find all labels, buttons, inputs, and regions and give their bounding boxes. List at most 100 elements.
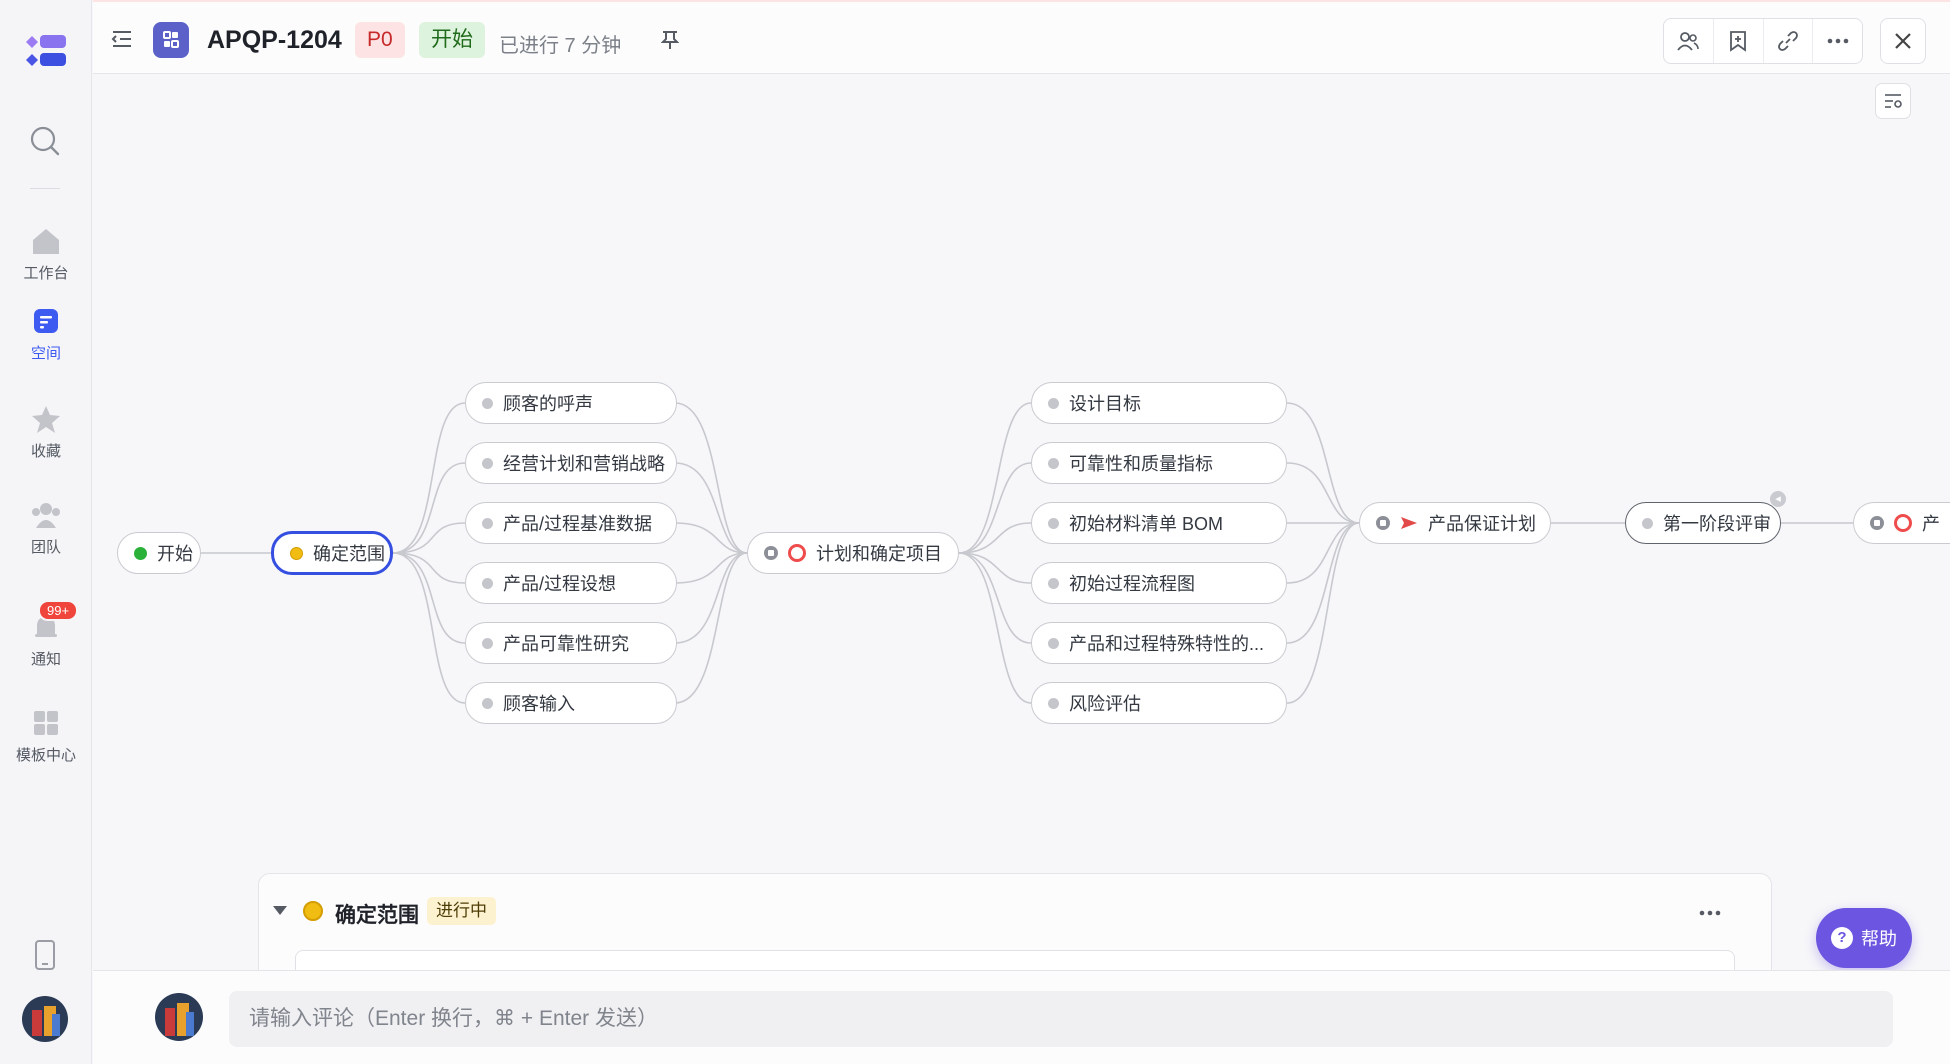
status-badge[interactable]: 开始 xyxy=(419,22,485,58)
milestone-ring-icon xyxy=(1894,514,1912,532)
status-badge[interactable]: 进行中 xyxy=(427,897,496,925)
node-label: 开始 xyxy=(157,544,193,564)
comment-input[interactable]: 请输入评论（Enter 换行，⌘ + Enter 发送） xyxy=(229,991,1893,1047)
status-pending-icon xyxy=(482,577,493,589)
priority-badge[interactable]: P0 xyxy=(355,22,405,58)
status-in-progress-icon xyxy=(290,546,303,560)
status-pending-icon xyxy=(482,637,493,649)
panel-title: 确定范围 xyxy=(335,904,419,927)
mobile-icon[interactable] xyxy=(34,940,56,970)
more-button[interactable] xyxy=(1813,19,1862,63)
node-label: 风险评估 xyxy=(1069,694,1141,714)
elapsed-time: 已进行 7 分钟 xyxy=(499,35,622,57)
sidebar-item-workbench[interactable]: 工作台 xyxy=(0,226,92,283)
comment-bar: 请输入评论（Enter 换行，⌘ + Enter 发送） xyxy=(93,970,1950,1064)
close-button[interactable] xyxy=(1880,18,1926,64)
collapse-caret-icon[interactable] xyxy=(273,906,287,915)
node-label: 经营计划和营销战略 xyxy=(503,454,665,474)
flow-node-next[interactable]: 产 xyxy=(1853,502,1950,544)
status-pending-icon xyxy=(482,457,493,469)
sidebar-item-space[interactable]: 空间 xyxy=(0,306,92,363)
copy-link-button[interactable] xyxy=(1764,19,1814,63)
flow-node-item[interactable]: 产品/过程设想 xyxy=(465,562,677,604)
bookmark-add-icon xyxy=(1730,31,1747,52)
node-label: 产品可靠性研究 xyxy=(503,634,629,654)
header-toolbar xyxy=(1663,18,1863,64)
status-pending-icon xyxy=(482,397,493,409)
task-header: APQP-1204 P0 开始 已进行 7 分钟 xyxy=(93,0,1950,74)
help-button[interactable]: ? 帮助 xyxy=(1816,908,1912,968)
status-pending-icon xyxy=(482,517,493,529)
status-in-progress-icon xyxy=(303,901,323,921)
flow-node-item[interactable]: 设计目标 xyxy=(1031,382,1287,424)
rail-divider xyxy=(30,188,60,189)
space-icon xyxy=(34,309,58,333)
sidebar-item-label: 收藏 xyxy=(30,443,61,460)
node-label: 产品和过程特殊特性的... xyxy=(1069,634,1265,654)
node-detail-panel: 确定范围 进行中 xyxy=(258,873,1772,990)
milestone-ring-icon xyxy=(788,544,806,562)
user-avatar[interactable] xyxy=(22,996,68,1042)
status-pending-icon xyxy=(1048,457,1059,469)
flow-node-item[interactable]: 顾客输入 xyxy=(465,682,677,724)
node-label: 确定范围 xyxy=(313,544,385,564)
flow-canvas[interactable]: 开始 确定范围 顾客的呼声 经营计划和营销战略 产品/过程基准数据 产品/过程设… xyxy=(93,75,1950,970)
end-marker-icon: ◂ xyxy=(1770,491,1786,507)
node-label: 产品/过程基准数据 xyxy=(503,514,653,534)
flow-node-item[interactable]: 初始过程流程图 xyxy=(1031,562,1287,604)
flow-node-item[interactable]: 风险评估 xyxy=(1031,682,1287,724)
sidebar-item-label: 空间 xyxy=(30,345,61,362)
app-logo-icon[interactable] xyxy=(22,32,70,72)
lock-icon xyxy=(1870,516,1884,530)
sidebar-item-label: 通知 xyxy=(30,651,61,668)
members-button[interactable] xyxy=(1664,19,1714,63)
node-label: 计划和确定项目 xyxy=(816,544,942,564)
flow-node-scope[interactable]: 确定范围 xyxy=(271,531,393,575)
node-label: 产品保证计划 xyxy=(1428,514,1536,534)
collapse-sidebar-icon[interactable] xyxy=(111,30,133,48)
flow-node-start[interactable]: 开始 xyxy=(117,532,201,574)
node-label: 可靠性和质量指标 xyxy=(1069,454,1213,474)
panel-more-button[interactable] xyxy=(1699,896,1721,922)
flow-node-item[interactable]: 产品/过程基准数据 xyxy=(465,502,677,544)
node-label: 初始材料清单 BOM xyxy=(1069,514,1224,534)
lock-icon xyxy=(1376,516,1390,530)
bookmark-button[interactable] xyxy=(1714,19,1764,63)
lock-icon xyxy=(764,546,778,560)
flag-icon xyxy=(1401,517,1417,529)
sidebar-item-label: 工作台 xyxy=(23,265,69,282)
flow-node-item[interactable]: 顾客的呼声 xyxy=(465,382,677,424)
status-pending-icon xyxy=(1642,517,1653,529)
status-pending-icon xyxy=(1048,397,1059,409)
sidebar-item-notifications[interactable]: 99+ 通知 xyxy=(0,600,92,669)
user-avatar xyxy=(155,993,203,1041)
flow-node-assurance[interactable]: 产品保证计划 xyxy=(1359,502,1551,544)
help-label: 帮助 xyxy=(1861,929,1897,949)
pin-icon[interactable] xyxy=(661,30,679,50)
flow-node-review[interactable]: 第一阶段评审 ◂ xyxy=(1625,491,1786,544)
flow-node-item[interactable]: 经营计划和营销战略 xyxy=(465,442,677,484)
flow-node-item[interactable]: 产品可靠性研究 xyxy=(465,622,677,664)
close-icon xyxy=(1895,33,1911,49)
flow-node-item[interactable]: 产品和过程特殊特性的... xyxy=(1031,622,1287,664)
flow-node-plan[interactable]: 计划和确定项目 xyxy=(747,532,959,574)
status-pending-icon xyxy=(482,697,493,709)
flow-node-item[interactable]: 初始材料清单 BOM xyxy=(1031,502,1287,544)
node-label: 顾客的呼声 xyxy=(503,394,593,414)
sidebar-item-favorites[interactable]: 收藏 xyxy=(0,404,92,461)
template-icon xyxy=(34,711,58,735)
flow-node-item[interactable]: 可靠性和质量指标 xyxy=(1031,442,1287,484)
status-pending-icon xyxy=(1048,517,1059,529)
node-label: 顾客输入 xyxy=(503,694,575,714)
node-label: 设计目标 xyxy=(1069,394,1141,414)
team-icon xyxy=(32,503,60,528)
sidebar-item-templates[interactable]: 模板中心 xyxy=(0,708,92,765)
notification-badge: 99+ xyxy=(38,600,79,621)
search-icon[interactable] xyxy=(28,124,62,158)
sidebar-item-team[interactable]: 团队 xyxy=(0,500,92,557)
sidebar-item-label: 团队 xyxy=(30,539,61,556)
status-pending-icon xyxy=(1048,697,1059,709)
help-icon: ? xyxy=(1831,927,1853,949)
workflow-app-icon xyxy=(153,22,189,58)
node-label: 初始过程流程图 xyxy=(1069,574,1195,594)
